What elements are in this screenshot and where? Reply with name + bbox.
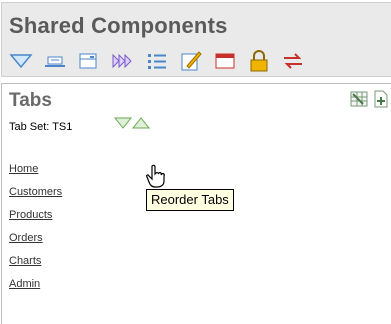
lists-icon[interactable] — [144, 49, 170, 73]
tab-link-customers[interactable]: Customers — [9, 186, 62, 198]
tab-link-orders[interactable]: Orders — [9, 232, 43, 244]
hand-cursor-icon — [146, 164, 165, 188]
trees-icon[interactable] — [110, 49, 136, 73]
tab-link-charts[interactable]: Charts — [9, 255, 41, 267]
reorder-tabs-tooltip: Reorder Tabs — [146, 189, 234, 211]
grid-edit-icon[interactable] — [349, 89, 369, 109]
reorder-controls — [114, 117, 150, 129]
shared-components-toolbar — [8, 49, 306, 73]
breadcrumbs-icon[interactable] — [42, 49, 68, 73]
tabs-toolbar — [349, 89, 391, 109]
navigation-bar-icon[interactable] — [76, 49, 102, 73]
lists-of-values-icon[interactable] — [8, 49, 34, 73]
tab-link-products[interactable]: Products — [9, 209, 52, 221]
tab-set-label: Tab Set: TS1 — [9, 121, 73, 133]
move-up-icon[interactable] — [132, 117, 150, 129]
move-down-icon[interactable] — [114, 117, 132, 129]
globalization-icon[interactable] — [280, 49, 306, 73]
templates-icon[interactable] — [178, 49, 204, 73]
themes-icon[interactable] — [212, 49, 238, 73]
tab-link-home[interactable]: Home — [9, 163, 38, 175]
tabs-title: Tabs — [9, 90, 52, 111]
security-icon[interactable] — [246, 49, 272, 73]
tab-link-admin[interactable]: Admin — [9, 278, 40, 290]
shared-components-panel: Shared Components — [1, 2, 391, 77]
add-page-icon[interactable] — [371, 89, 391, 109]
shared-components-title: Shared Components — [9, 13, 228, 38]
